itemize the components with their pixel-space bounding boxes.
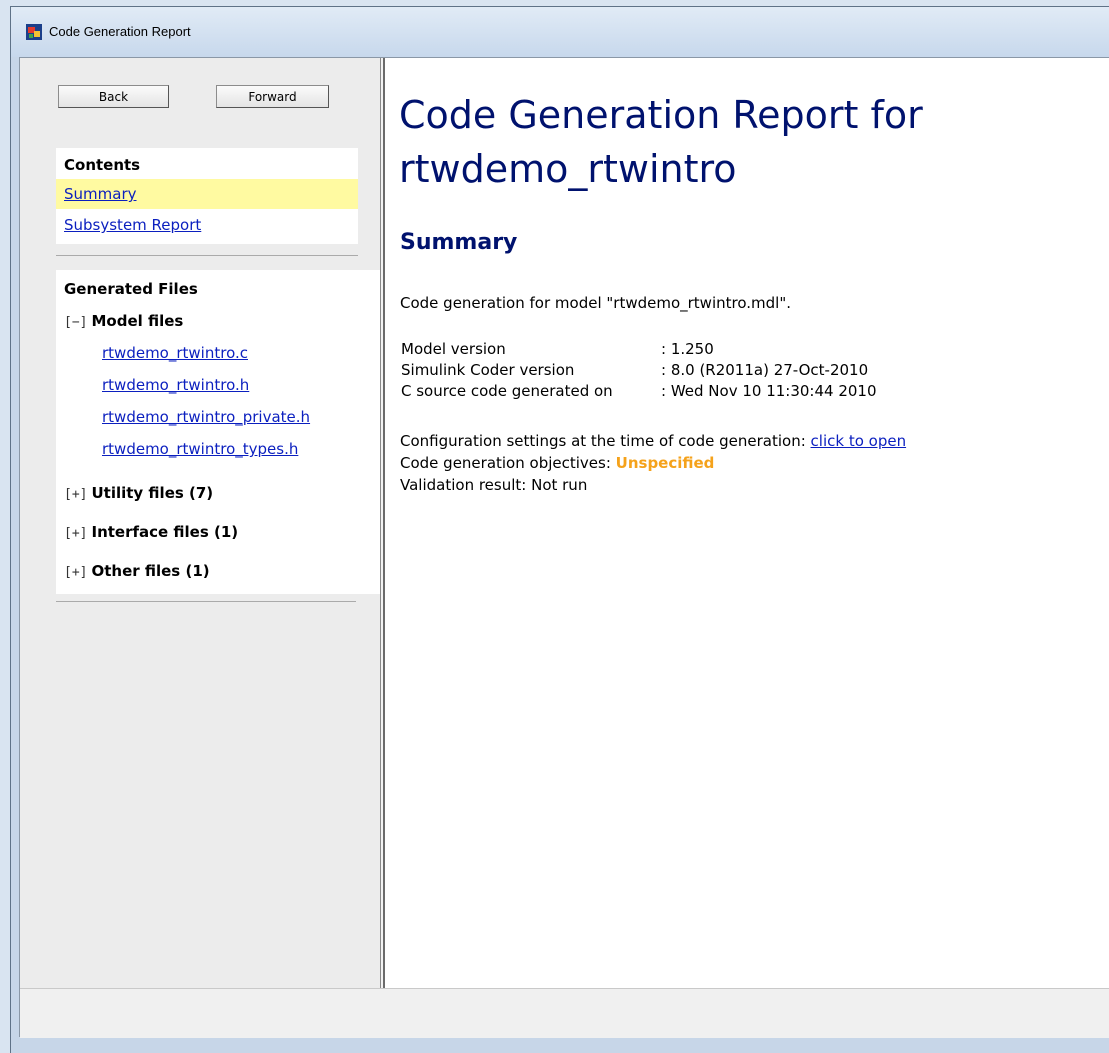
tree-group-label: Model files (91, 312, 184, 330)
detail-value: : 8.0 (R2011a) 27-Oct-2010 (661, 360, 869, 379)
table-row: C source code generated on : Wed Nov 10 … (401, 380, 877, 401)
config-settings-line: Configuration settings at the time of co… (400, 432, 906, 450)
objectives-line: Code generation objectives: Unspecified (400, 454, 714, 472)
tree-group-utility-files[interactable]: [+] Utility files (7) (64, 484, 213, 502)
objectives-text: Code generation objectives: (400, 454, 616, 472)
report-frame: Back Forward Contents Summary Subsystem … (19, 57, 1109, 1038)
table-row: Simulink Coder version : 8.0 (R2011a) 27… (401, 359, 877, 380)
detail-key: C source code generated on (401, 381, 613, 400)
detail-key: Model version (401, 339, 506, 358)
detail-value: : Wed Nov 10 11:30:44 2010 (661, 381, 877, 400)
files-divider (56, 601, 356, 602)
page-title: Code Generation Report for rtwdemo_rtwin… (399, 93, 923, 191)
table-row: Model version : 1.250 (401, 338, 877, 359)
expand-toggle[interactable]: [+] (64, 487, 87, 502)
config-open-link[interactable]: click to open (811, 432, 907, 450)
nav-link-subsystem-report[interactable]: Subsystem Report (56, 210, 358, 240)
report-window: Code Generation Report Back Forward Cont… (10, 6, 1109, 1053)
tree-group-interface-files[interactable]: [+] Interface files (1) (64, 523, 238, 541)
detail-value: : 1.250 (661, 339, 714, 358)
back-button[interactable]: Back (58, 85, 169, 108)
section-heading: Summary (400, 230, 518, 255)
expand-toggle[interactable]: [+] (64, 526, 87, 541)
tree-group-model-files[interactable]: [−] Model files (64, 312, 183, 330)
collapse-toggle[interactable]: [−] (64, 315, 87, 330)
file-link-rtwintro-h[interactable]: rtwdemo_rtwintro.h (102, 376, 249, 394)
nav-link-summary[interactable]: Summary (56, 179, 358, 209)
sidebar: Back Forward Contents Summary Subsystem … (20, 58, 382, 988)
forward-button[interactable]: Forward (216, 85, 329, 108)
objectives-value: Unspecified (615, 454, 715, 472)
generated-files-heading: Generated Files (64, 280, 198, 298)
file-link-rtwintro-private-h[interactable]: rtwdemo_rtwintro_private.h (102, 408, 310, 426)
tree-group-label: Interface files (1) (91, 523, 239, 541)
contents-divider (56, 255, 358, 256)
intro-text: Code generation for model "rtwdemo_rtwin… (400, 294, 791, 312)
report-content: Code Generation Report for rtwdemo_rtwin… (385, 58, 1109, 988)
detail-key: Simulink Coder version (401, 360, 575, 379)
contents-panel: Contents Summary Subsystem Report (56, 148, 358, 244)
summary-details-table: Model version : 1.250 Simulink Coder ver… (401, 338, 877, 401)
tree-group-label: Utility files (7) (91, 484, 214, 502)
file-link-rtwintro-types-h[interactable]: rtwdemo_rtwintro_types.h (102, 440, 298, 458)
window-title: Code Generation Report (49, 24, 191, 39)
contents-heading: Contents (64, 156, 141, 174)
validation-result: Validation result: Not run (400, 476, 588, 494)
tree-group-other-files[interactable]: [+] Other files (1) (64, 562, 210, 580)
generated-files-panel: Generated Files [−] Model files rtwdemo_r… (56, 270, 382, 594)
tree-group-label: Other files (1) (91, 562, 210, 580)
config-settings-text: Configuration settings at the time of co… (400, 432, 811, 450)
status-bar (20, 988, 1109, 1038)
file-link-rtwintro-c[interactable]: rtwdemo_rtwintro.c (102, 344, 248, 362)
title-bar: Code Generation Report (11, 7, 1109, 57)
simulink-app-icon (26, 24, 42, 40)
expand-toggle[interactable]: [+] (64, 565, 87, 580)
